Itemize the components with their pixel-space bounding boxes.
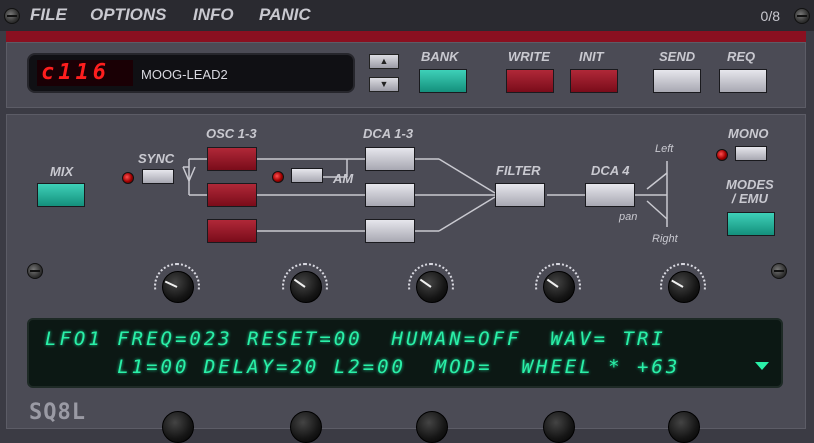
filter-button[interactable]: [495, 183, 545, 207]
screw-icon: [4, 8, 20, 24]
osc3-button[interactable]: [207, 219, 257, 243]
right-label: Right: [652, 233, 678, 245]
filter-label: FILTER: [496, 163, 541, 178]
left-label: Left: [655, 143, 674, 155]
mono-label: MONO: [728, 126, 769, 141]
patch-name: MOOG-LEAD2: [141, 67, 228, 82]
mono-button[interactable]: [735, 146, 767, 161]
knob-3[interactable]: [416, 271, 448, 303]
init-label: INIT: [579, 49, 604, 64]
bank-label: BANK: [421, 49, 459, 64]
modes-label: MODES / EMU: [726, 177, 774, 206]
arrow-up-icon: ▲: [379, 56, 389, 66]
menu-file[interactable]: FILE: [30, 5, 67, 25]
osc-label: OSC 1-3: [206, 126, 257, 141]
dca2-button[interactable]: [365, 183, 415, 207]
pan-label: pan: [619, 211, 638, 223]
voice-panel: MIX SYNC OSC 1-3 AM DCA 1-3 FILTER DCA 4…: [6, 114, 806, 443]
am-label: AM: [333, 171, 354, 186]
req-button[interactable]: [719, 69, 767, 93]
page-counter: 0/8: [760, 8, 780, 24]
knob-pointer: [293, 278, 306, 288]
patch-down-button[interactable]: ▼: [369, 77, 399, 92]
program-panel: c116 MOOG-LEAD2 ▲ ▼ BANK WRITE INIT SEND…: [6, 42, 806, 108]
knob-9[interactable]: [543, 411, 575, 443]
accent-strip: [6, 31, 806, 42]
menu-options[interactable]: OPTIONS: [90, 5, 167, 25]
mix-button[interactable]: [37, 183, 85, 207]
write-button[interactable]: [506, 69, 554, 93]
screw-icon: [794, 8, 810, 24]
am-led: [272, 171, 284, 183]
knob-2[interactable]: [290, 271, 322, 303]
knob-pointer: [546, 278, 559, 288]
dca-label: DCA 1-3: [363, 126, 414, 141]
knob-10[interactable]: [668, 411, 700, 443]
screw-icon: [771, 263, 787, 279]
vfd-line-1: LFO1 FREQ=023 RESET=00 HUMAN=OFF WAV= TR…: [45, 328, 666, 350]
knob-pointer: [671, 279, 684, 288]
modes-button[interactable]: [727, 212, 775, 236]
sync-button[interactable]: [142, 169, 174, 184]
knob-5[interactable]: [668, 271, 700, 303]
screw-icon: [27, 263, 43, 279]
patch-number: c116: [37, 60, 133, 86]
bank-button[interactable]: [419, 69, 467, 93]
dca1-button[interactable]: [365, 147, 415, 171]
dca4-button[interactable]: [585, 183, 635, 207]
dca3-button[interactable]: [365, 219, 415, 243]
vfd-display: LFO1 FREQ=023 RESET=00 HUMAN=OFF WAV= TR…: [27, 318, 783, 388]
dca4-label: DCA 4: [591, 163, 630, 178]
knob-1[interactable]: [162, 271, 194, 303]
menu-info[interactable]: INFO: [193, 5, 234, 25]
write-label: WRITE: [508, 49, 550, 64]
send-button[interactable]: [653, 69, 701, 93]
menu-bar: FILE OPTIONS INFO PANIC 0/8: [0, 0, 814, 31]
patch-up-button[interactable]: ▲: [369, 54, 399, 69]
send-label: SEND: [659, 49, 696, 64]
mix-label: MIX: [50, 164, 74, 179]
knob-pointer: [419, 278, 432, 288]
req-label: REQ: [727, 49, 756, 64]
knob-pointer: [164, 280, 178, 288]
vfd-line-2: L1=00 DELAY=20 L2=00 MOD= WHEEL * +63: [45, 356, 681, 378]
init-button[interactable]: [570, 69, 618, 93]
am-button[interactable]: [291, 168, 323, 183]
knob-4[interactable]: [543, 271, 575, 303]
logo: SQ8L: [29, 400, 86, 425]
osc1-button[interactable]: [207, 147, 257, 171]
sync-led: [122, 172, 134, 184]
scroll-down-icon[interactable]: [755, 362, 769, 370]
patch-display: c116 MOOG-LEAD2: [27, 53, 355, 93]
osc2-button[interactable]: [207, 183, 257, 207]
menu-panic[interactable]: PANIC: [259, 5, 311, 25]
sync-label: SYNC: [138, 151, 175, 166]
arrow-down-icon: ▼: [379, 79, 389, 89]
knob-6[interactable]: [162, 411, 194, 443]
mono-led: [716, 149, 728, 161]
knob-8[interactable]: [416, 411, 448, 443]
knob-7[interactable]: [290, 411, 322, 443]
